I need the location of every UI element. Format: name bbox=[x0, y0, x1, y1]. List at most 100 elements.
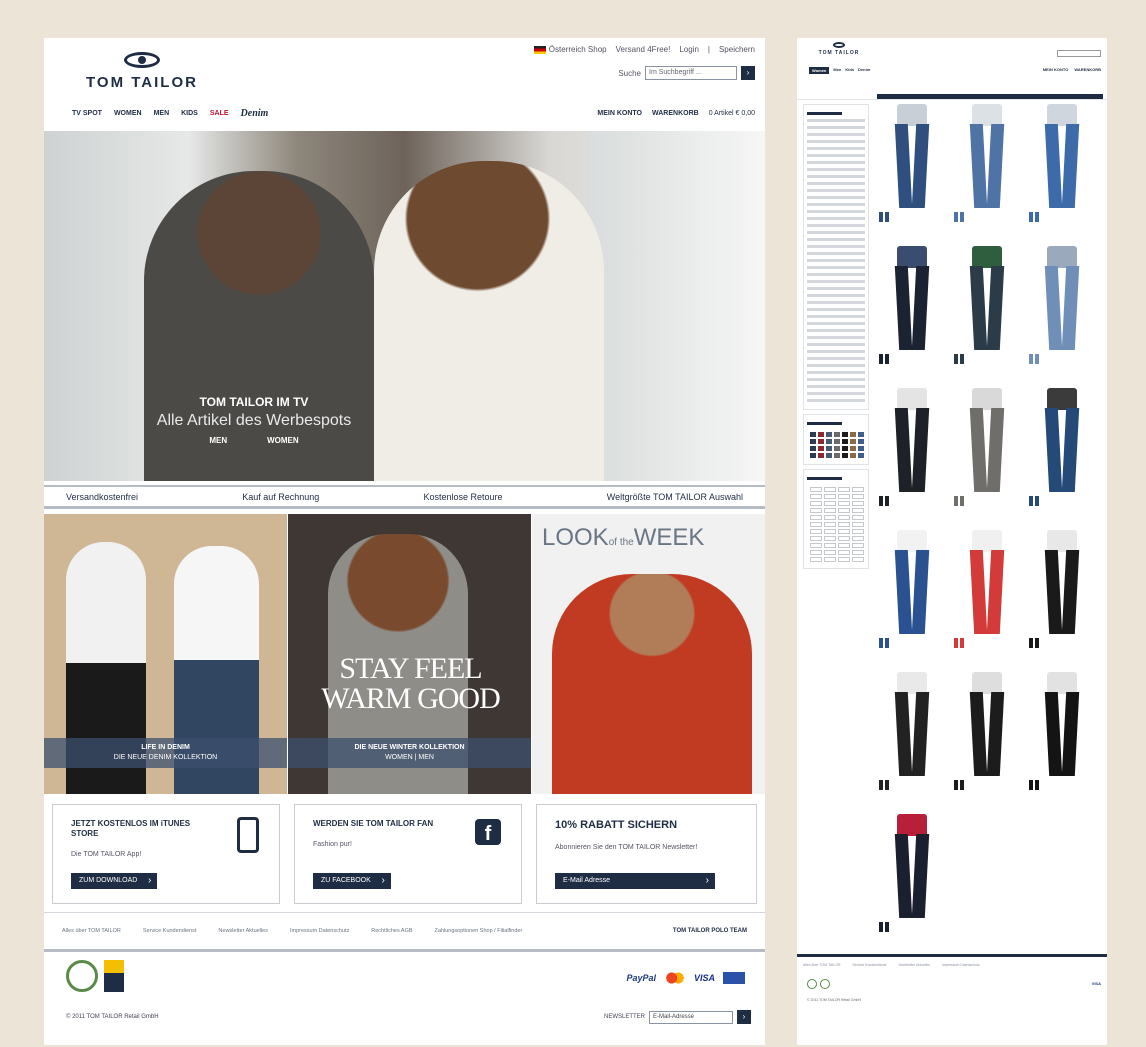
size-option[interactable] bbox=[810, 487, 822, 492]
size-option[interactable] bbox=[824, 529, 836, 534]
newsletter-input[interactable]: E-Mail-Adresse bbox=[649, 1010, 733, 1024]
color-swatch[interactable] bbox=[842, 439, 848, 444]
listing-tab-kids[interactable]: Kids bbox=[845, 67, 854, 74]
product-tile[interactable] bbox=[877, 668, 947, 810]
size-option[interactable] bbox=[838, 557, 850, 562]
color-swatch[interactable] bbox=[810, 446, 816, 451]
color-swatch[interactable] bbox=[818, 453, 824, 458]
size-option[interactable] bbox=[810, 501, 822, 506]
product-tile[interactable] bbox=[1027, 100, 1097, 242]
size-option[interactable] bbox=[824, 522, 836, 527]
color-variants[interactable] bbox=[1029, 496, 1039, 506]
size-option[interactable] bbox=[838, 529, 850, 534]
product-image[interactable] bbox=[1044, 246, 1080, 350]
size-option[interactable] bbox=[824, 536, 836, 541]
product-image[interactable] bbox=[894, 246, 930, 350]
hero-link-women[interactable]: WOMEN bbox=[267, 436, 299, 445]
size-option[interactable] bbox=[838, 536, 850, 541]
size-option[interactable] bbox=[838, 487, 850, 492]
color-variants[interactable] bbox=[954, 212, 964, 222]
size-option[interactable] bbox=[838, 501, 850, 506]
color-variants[interactable] bbox=[1029, 212, 1039, 222]
size-option[interactable] bbox=[824, 508, 836, 513]
size-option[interactable] bbox=[824, 515, 836, 520]
footer-link-imprint[interactable]: Impressum Datenschutz bbox=[942, 963, 980, 967]
color-swatch[interactable] bbox=[826, 432, 832, 437]
product-image[interactable] bbox=[894, 672, 930, 776]
color-swatch[interactable] bbox=[834, 446, 840, 451]
seal-icon[interactable] bbox=[820, 979, 830, 989]
color-swatch[interactable] bbox=[858, 453, 864, 458]
footer-link-about[interactable]: Alles über TOM TAILOR bbox=[62, 928, 121, 934]
color-swatch[interactable] bbox=[818, 446, 824, 451]
listing-account-link[interactable]: MEIN KONTO bbox=[1043, 67, 1068, 72]
product-image[interactable] bbox=[894, 530, 930, 634]
teaser-look-of-the-week[interactable]: LOOKof theWEEK bbox=[532, 514, 765, 794]
product-tile[interactable] bbox=[877, 242, 947, 384]
color-swatch[interactable] bbox=[850, 446, 856, 451]
footer-link-about[interactable]: Alles über TOM TAILOR bbox=[803, 963, 840, 967]
footer-link-newsletter[interactable]: Newsletter Aktuelles bbox=[899, 963, 931, 967]
color-variants[interactable] bbox=[879, 638, 889, 648]
color-variants[interactable] bbox=[1029, 354, 1039, 364]
register-link[interactable]: Speichern bbox=[719, 45, 755, 54]
size-option[interactable] bbox=[838, 522, 850, 527]
size-options[interactable] bbox=[807, 484, 865, 565]
size-option[interactable] bbox=[824, 501, 836, 506]
size-option[interactable] bbox=[852, 557, 864, 562]
search-submit-button[interactable]: › bbox=[741, 66, 755, 80]
size-option[interactable] bbox=[824, 543, 836, 548]
listing-tab-women[interactable]: Women bbox=[809, 67, 830, 74]
color-swatch[interactable] bbox=[826, 446, 832, 451]
size-option[interactable] bbox=[810, 494, 822, 499]
nav-men[interactable]: MEN bbox=[154, 110, 170, 119]
search-input[interactable]: Im Suchbegriff ... bbox=[645, 66, 737, 80]
product-image[interactable] bbox=[894, 388, 930, 492]
size-option[interactable] bbox=[852, 550, 864, 555]
country-selector[interactable]: Österreich Shop bbox=[533, 45, 607, 54]
color-swatch[interactable] bbox=[842, 453, 848, 458]
nav-sale[interactable]: SALE bbox=[210, 110, 229, 119]
facebook-button[interactable]: ZU FACEBOOK bbox=[313, 873, 391, 889]
size-option[interactable] bbox=[838, 508, 850, 513]
teaser-winter[interactable]: STAY FEEL WARM GOOD DIE NEUE WINTER KOLL… bbox=[288, 514, 531, 794]
hero-banner[interactable]: TOM TAILOR IM TV Alle Artikel des Werbes… bbox=[44, 131, 765, 481]
nav-women[interactable]: WOMEN bbox=[114, 110, 142, 119]
basket-link[interactable]: WARENKORB bbox=[652, 110, 699, 117]
product-image[interactable] bbox=[1044, 672, 1080, 776]
product-image[interactable] bbox=[969, 530, 1005, 634]
account-link[interactable]: MEIN KONTO bbox=[597, 110, 642, 117]
size-option[interactable] bbox=[852, 543, 864, 548]
color-variants[interactable] bbox=[1029, 780, 1039, 790]
category-filter[interactable] bbox=[803, 104, 869, 410]
size-option[interactable] bbox=[824, 557, 836, 562]
product-tile[interactable] bbox=[877, 384, 947, 526]
nav-tv-spot[interactable]: TV SPOT bbox=[72, 110, 102, 119]
product-tile[interactable] bbox=[1027, 668, 1097, 810]
color-swatch[interactable] bbox=[858, 446, 864, 451]
nav-denim[interactable]: Denim bbox=[241, 108, 269, 119]
size-option[interactable] bbox=[810, 508, 822, 513]
size-option[interactable] bbox=[852, 529, 864, 534]
product-image[interactable] bbox=[969, 672, 1005, 776]
color-variants[interactable] bbox=[1029, 638, 1039, 648]
size-option[interactable] bbox=[810, 536, 822, 541]
product-image[interactable] bbox=[969, 104, 1005, 208]
sort-bar[interactable] bbox=[877, 94, 1103, 99]
size-option[interactable] bbox=[838, 543, 850, 548]
color-variants[interactable] bbox=[954, 354, 964, 364]
teaser-denim[interactable]: LIFE IN DENIM DIE NEUE DENIM KOLLEKTION bbox=[44, 514, 287, 794]
size-option[interactable] bbox=[852, 494, 864, 499]
quality-seal-icon[interactable] bbox=[104, 960, 124, 992]
product-tile[interactable] bbox=[877, 526, 947, 668]
color-swatch[interactable] bbox=[826, 439, 832, 444]
size-option[interactable] bbox=[810, 515, 822, 520]
product-image[interactable] bbox=[894, 814, 930, 918]
polo-team-logo[interactable]: TOM TAILOR POLO TEAM bbox=[673, 928, 747, 934]
color-swatch[interactable] bbox=[842, 432, 848, 437]
product-tile[interactable] bbox=[952, 100, 1022, 242]
download-button[interactable]: ZUM DOWNLOAD bbox=[71, 873, 158, 889]
brand-logo[interactable]: TOM TAILOR bbox=[72, 52, 212, 91]
product-tile[interactable] bbox=[877, 810, 947, 952]
color-variants[interactable] bbox=[879, 496, 889, 506]
